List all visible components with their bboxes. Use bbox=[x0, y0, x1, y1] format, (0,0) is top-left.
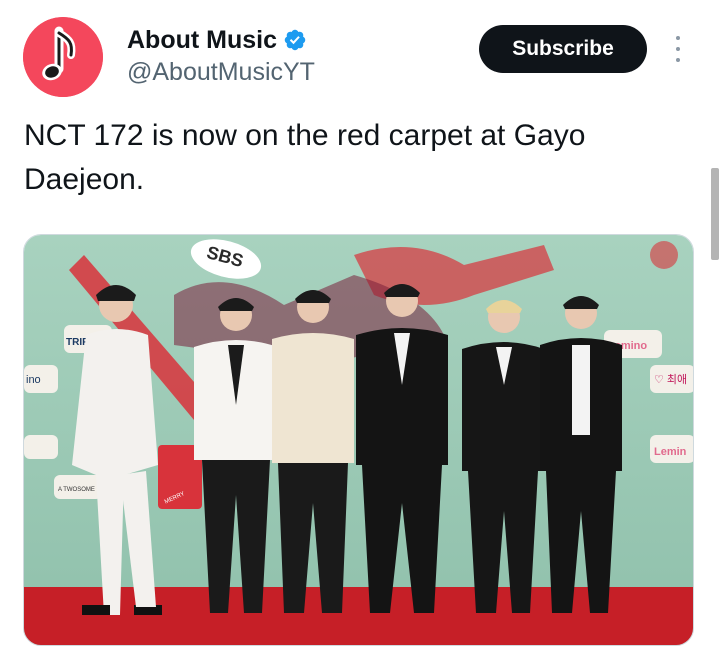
backdrop-label: ino bbox=[26, 374, 41, 386]
tweet-text: NCT 172 is now on the red carpet at Gayo… bbox=[24, 119, 586, 196]
more-dot bbox=[676, 36, 680, 40]
more-dot bbox=[676, 47, 680, 51]
red-carpet-photo: SBS TRIPLE ino A TWOSOME MERRY Lemino Le… bbox=[24, 235, 693, 645]
subscribe-button[interactable]: Subscribe bbox=[479, 25, 647, 73]
tweet-photo[interactable]: SBS TRIPLE ino A TWOSOME MERRY Lemino Le… bbox=[23, 234, 694, 646]
scrollbar[interactable] bbox=[711, 168, 719, 260]
more-vertical-icon[interactable] bbox=[668, 36, 688, 62]
music-note-icon bbox=[23, 17, 103, 97]
backdrop-label: ♡ 최애 bbox=[654, 373, 687, 386]
avatar[interactable] bbox=[23, 17, 103, 97]
more-dot bbox=[676, 58, 680, 62]
account-handle[interactable]: @AboutMusicYT bbox=[127, 56, 315, 88]
display-name[interactable]: About Music bbox=[127, 24, 277, 56]
verified-badge-icon bbox=[284, 29, 306, 51]
backdrop-label: Lemin bbox=[654, 446, 687, 458]
account-name-row[interactable]: About Music bbox=[127, 24, 307, 56]
backdrop-label: A TWOSOME bbox=[58, 487, 95, 493]
